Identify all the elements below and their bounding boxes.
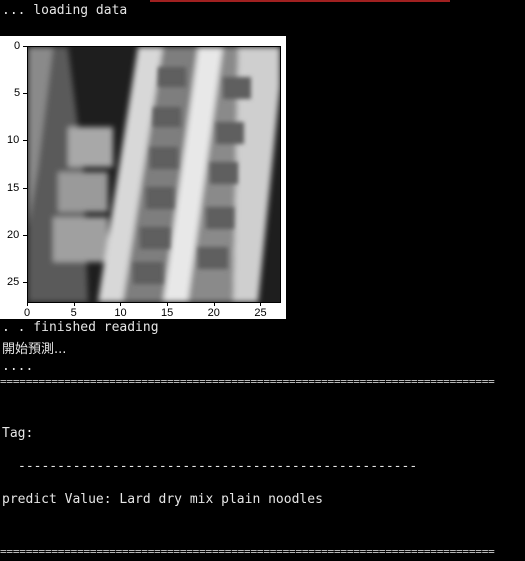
x-tick-mark <box>27 302 28 306</box>
predict-value-text: predict Value: Lard dry mix plain noodle… <box>2 492 323 507</box>
x-tick-mark <box>213 302 215 306</box>
predict-start-text: 開始預測... <box>2 342 67 357</box>
x-tick-mark <box>167 302 168 306</box>
y-tick-label: 15 <box>7 181 20 194</box>
y-tick-mark <box>23 187 27 189</box>
y-tick-label: 20 <box>7 228 20 241</box>
x-tick-label: 0 <box>24 307 31 319</box>
x-tick-label: 20 <box>207 307 220 319</box>
y-tick-mark <box>23 282 27 284</box>
x-tick-mark <box>120 302 122 306</box>
image-plot-figure: 0 5 10 15 20 25 0 5 10 15 20 25 <box>0 36 286 319</box>
grayscale-image <box>28 47 280 302</box>
x-tick-label: 15 <box>161 307 174 319</box>
y-tick-mark <box>23 93 27 95</box>
image-plot-axes <box>27 46 281 303</box>
x-tick-label: 10 <box>114 307 127 319</box>
finished-reading-text: . . finished reading <box>2 320 159 335</box>
y-tick-label: 10 <box>7 134 20 147</box>
y-tick-label: 5 <box>14 87 21 100</box>
dash-separator: ----------------------------------------… <box>18 459 418 474</box>
loading-data-text: ... loading data <box>2 3 128 18</box>
y-tick-label: 0 <box>14 40 21 52</box>
tag-text: Tag: <box>2 426 34 441</box>
y-tick-mark <box>23 140 27 142</box>
dots-text: .... <box>2 359 34 374</box>
y-tick-mark <box>23 46 27 47</box>
separator-top: ========================================… <box>0 375 495 388</box>
y-tick-mark <box>23 234 27 236</box>
x-tick-label: 25 <box>254 307 267 319</box>
separator-bottom: ========================================… <box>0 545 495 558</box>
x-tick-mark <box>73 302 75 306</box>
y-tick-label: 25 <box>7 276 20 289</box>
x-tick-mark <box>260 302 262 306</box>
x-tick-label: 5 <box>70 307 77 319</box>
